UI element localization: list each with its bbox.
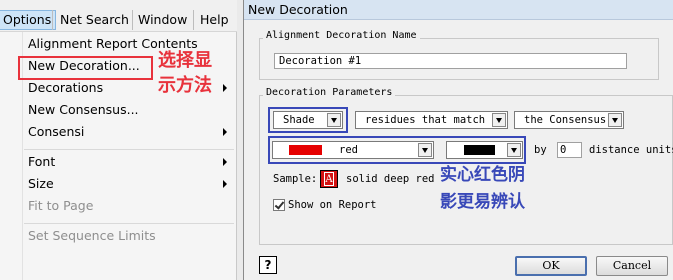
decoration-name-group-label: Alignment Decoration Name	[263, 30, 420, 42]
chevron-down-icon	[327, 113, 341, 127]
menu-separator	[24, 223, 234, 224]
shade-color-value: red	[339, 144, 358, 156]
distance-units-label: distance units	[589, 144, 673, 156]
menu-separator	[52, 10, 53, 30]
chevron-down-icon	[608, 113, 622, 127]
menu-bar: Options Net Search Window Help	[0, 0, 237, 32]
decoration-parameters-group-label: Decoration Parameters	[263, 87, 396, 99]
by-label: by	[534, 144, 547, 156]
menu-item-fit-to-page[interactable]: Fit to Page	[28, 197, 93, 215]
sample-description: solid deep red	[346, 173, 435, 185]
chevron-down-icon	[507, 143, 521, 157]
submenu-arrow-icon	[223, 158, 227, 166]
dialog-title: New Decoration	[248, 2, 348, 17]
sample-preview: A	[320, 170, 338, 188]
menu-item-size[interactable]: Size	[28, 175, 54, 193]
shade-color-swatch	[289, 145, 322, 155]
menu-separator	[132, 10, 133, 30]
annotation-solid-red-shade-line2: 影更易辨认	[440, 192, 525, 212]
distance-input[interactable]: 0	[557, 142, 582, 158]
menu-net-search[interactable]: Net Search	[56, 10, 133, 30]
shade-color-select[interactable]: red	[272, 141, 434, 159]
menu-options[interactable]: Options	[0, 10, 57, 30]
sample-preview-glyph: A	[324, 172, 334, 186]
show-on-report-checkbox[interactable]	[273, 199, 285, 211]
menu-separator	[193, 10, 194, 30]
show-on-report-label[interactable]: Show on Report	[288, 198, 377, 212]
match-target-select[interactable]: the Consensus	[514, 111, 624, 129]
menu-item-consensi[interactable]: Consensi	[28, 123, 84, 141]
decoration-name-input[interactable]: Decoration #1	[274, 53, 627, 69]
cancel-button[interactable]: Cancel	[596, 256, 668, 276]
annotation-solid-red-shade-line1: 实心红色阴	[440, 165, 525, 185]
new-decoration-highlight-box	[18, 56, 153, 80]
outline-color-swatch	[464, 145, 495, 155]
annotation-select-display-method-line1: 选择显	[158, 50, 212, 71]
submenu-arrow-icon	[223, 84, 227, 92]
menu-window[interactable]: Window	[134, 10, 191, 30]
submenu-arrow-icon	[223, 128, 227, 136]
decoration-style-value: Shade	[283, 114, 315, 126]
match-criteria-value: residues that match	[365, 114, 486, 126]
help-button[interactable]: ?	[259, 256, 277, 274]
decoration-style-select[interactable]: Shade	[273, 111, 343, 129]
chevron-down-icon	[418, 143, 432, 157]
dialog-title-bar: New Decoration	[244, 0, 673, 20]
menu-item-decorations[interactable]: Decorations	[28, 79, 103, 97]
menu-item-set-sequence-limits[interactable]: Set Sequence Limits	[28, 227, 156, 245]
menu-help[interactable]: Help	[196, 10, 233, 30]
menu-item-new-consensus[interactable]: New Consensus...	[28, 101, 139, 119]
annotation-select-display-method-line2: 示方法	[158, 75, 212, 96]
chevron-down-icon	[492, 113, 506, 127]
menu-separator	[24, 149, 234, 150]
match-criteria-select[interactable]: residues that match	[355, 111, 508, 129]
sample-label: Sample:	[273, 173, 318, 185]
outline-color-select[interactable]	[446, 141, 523, 159]
menu-item-font[interactable]: Font	[28, 153, 55, 171]
ok-button[interactable]: OK	[515, 256, 587, 276]
submenu-arrow-icon	[223, 180, 227, 188]
match-target-value: the Consensus	[524, 114, 607, 126]
